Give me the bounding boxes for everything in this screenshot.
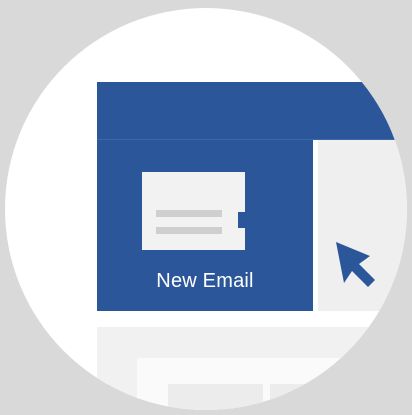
- mouse-pointer-icon: [336, 242, 375, 287]
- content-box: [270, 384, 365, 410]
- new-email-button[interactable]: New Email: [97, 140, 313, 311]
- new-email-label: New Email: [156, 270, 254, 292]
- ribbon-bar: [97, 82, 407, 139]
- content-box: [168, 384, 263, 410]
- ribbon-bottom-strip: [97, 311, 407, 327]
- envelope-icon: [142, 172, 254, 250]
- envelope-stamp: [238, 212, 254, 228]
- envelope-line: [156, 210, 222, 217]
- zoom-circle: New Email: [5, 8, 407, 410]
- envelope-line: [156, 227, 222, 234]
